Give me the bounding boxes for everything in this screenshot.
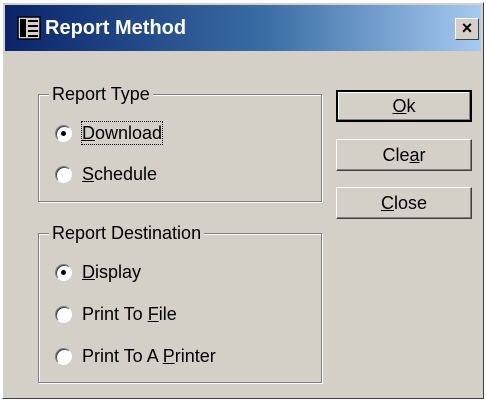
report-type-label: Report Type <box>49 83 153 105</box>
report-method-dialog: Report Method × Report Type Download Sch… <box>2 2 484 399</box>
close-icon: × <box>461 18 473 38</box>
radio-button[interactable] <box>55 165 72 183</box>
radio-button-checked[interactable] <box>55 263 72 281</box>
document-list-icon <box>17 16 41 40</box>
report-destination-group: Report Destination Display Print To File… <box>38 222 322 383</box>
close-window-button[interactable]: × <box>455 18 479 40</box>
close-button[interactable]: Close <box>336 187 472 219</box>
radio-print-to-printer[interactable]: Print To A Printer <box>55 343 216 369</box>
radio-button[interactable] <box>55 305 72 323</box>
radio-schedule-label: Schedule <box>82 164 158 184</box>
clear-button[interactable]: Clear <box>336 139 472 171</box>
radio-display-label: Display <box>82 262 142 282</box>
radio-print-to-printer-label: Print To A Printer <box>82 346 216 366</box>
ok-button[interactable]: Ok <box>336 90 472 122</box>
report-destination-label: Report Destination <box>49 222 205 244</box>
window-title: Report Method <box>45 17 187 39</box>
radio-schedule[interactable]: Schedule <box>55 161 157 187</box>
radio-download-label: Download <box>80 121 164 145</box>
radio-print-to-file[interactable]: Print To File <box>55 301 177 327</box>
radio-display[interactable]: Display <box>55 259 141 285</box>
report-type-group: Report Type Download Schedule <box>38 83 322 202</box>
radio-print-to-file-label: Print To File <box>82 304 177 324</box>
radio-download[interactable]: Download <box>55 120 164 146</box>
title-bar[interactable]: Report Method × <box>5 5 481 51</box>
radio-button[interactable] <box>55 347 72 365</box>
radio-button-checked[interactable] <box>55 124 72 142</box>
